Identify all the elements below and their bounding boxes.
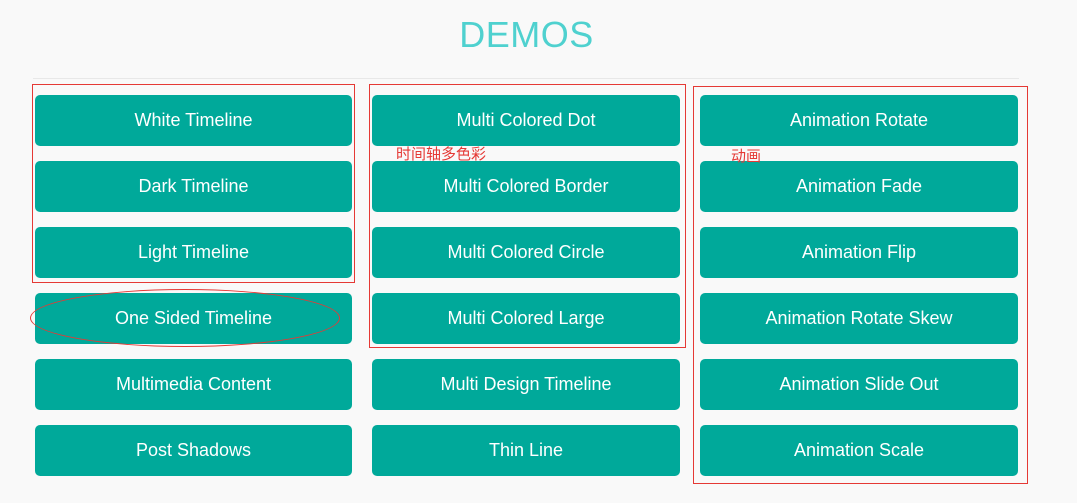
demo-button-light-timeline[interactable]: Light Timeline <box>35 227 352 278</box>
demo-button-multi-colored-dot[interactable]: Multi Colored Dot <box>372 95 680 146</box>
divider <box>33 78 1019 79</box>
demo-button-dark-timeline[interactable]: Dark Timeline <box>35 161 352 212</box>
demo-button-multimedia-content[interactable]: Multimedia Content <box>35 359 352 410</box>
demo-button-animation-rotate[interactable]: Animation Rotate <box>700 95 1018 146</box>
demo-button-animation-scale[interactable]: Animation Scale <box>700 425 1018 476</box>
demo-button-animation-slide-out[interactable]: Animation Slide Out <box>700 359 1018 410</box>
demo-button-animation-flip[interactable]: Animation Flip <box>700 227 1018 278</box>
demo-button-multi-colored-circle[interactable]: Multi Colored Circle <box>372 227 680 278</box>
demo-button-white-timeline[interactable]: White Timeline <box>35 95 352 146</box>
page-title: DEMOS <box>459 14 594 55</box>
demo-button-animation-fade[interactable]: Animation Fade <box>700 161 1018 212</box>
demo-button-multi-design-timeline[interactable]: Multi Design Timeline <box>372 359 680 410</box>
demo-button-one-sided-timeline[interactable]: One Sided Timeline <box>35 293 352 344</box>
demo-button-multi-colored-large[interactable]: Multi Colored Large <box>372 293 680 344</box>
demo-button-post-shadows[interactable]: Post Shadows <box>35 425 352 476</box>
demo-button-animation-rotate-skew[interactable]: Animation Rotate Skew <box>700 293 1018 344</box>
demo-button-thin-line[interactable]: Thin Line <box>372 425 680 476</box>
demo-button-multi-colored-border[interactable]: Multi Colored Border <box>372 161 680 212</box>
